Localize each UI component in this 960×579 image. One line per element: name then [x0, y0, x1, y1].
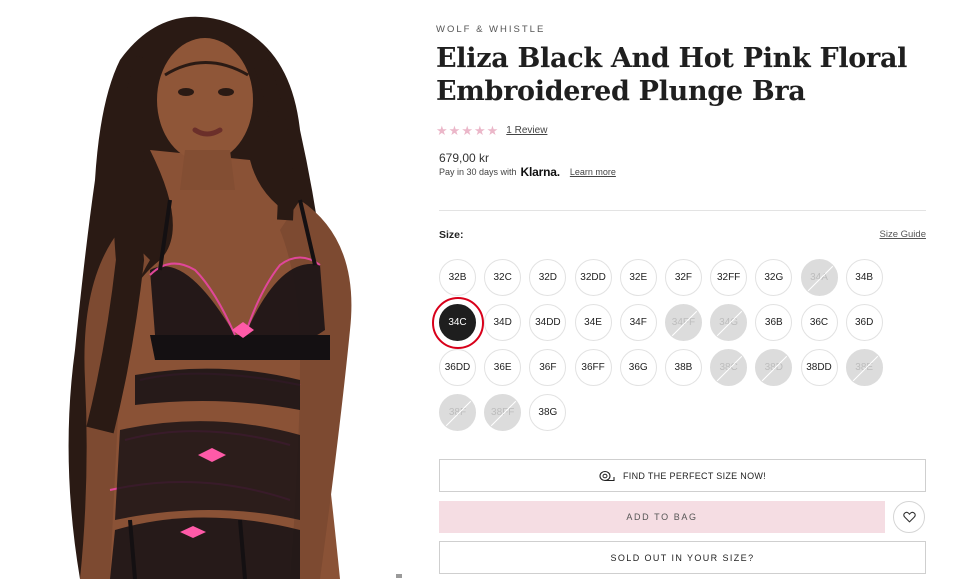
star-icon: ★: [461, 123, 473, 138]
klarna-logo: Klarna.: [520, 165, 560, 179]
product-price: 679,00 kr: [439, 151, 490, 165]
size-option-34g[interactable]: 34G: [710, 304, 748, 341]
sold-out-in-your-size-button[interactable]: SOLD OUT IN YOUR SIZE?: [439, 541, 926, 574]
size-option-32ff[interactable]: 32FF: [710, 259, 748, 296]
size-option-38d[interactable]: 38D: [755, 349, 793, 386]
klarna-text: Pay in 30 days with: [439, 167, 517, 177]
star-icon: ★: [448, 123, 461, 138]
size-guide-link[interactable]: Size Guide: [880, 229, 926, 240]
size-option-34c[interactable]: 34C: [432, 297, 484, 349]
size-option-32c[interactable]: 32C: [484, 259, 522, 296]
size-option-32d[interactable]: 32D: [529, 259, 567, 296]
size-option-38ff[interactable]: 38FF: [484, 394, 522, 431]
size-option-34d[interactable]: 34D: [484, 304, 522, 341]
size-option-36d[interactable]: 36D: [845, 304, 883, 341]
size-options: 32B 32C 32D 32DD 32E 32F 32FF 32G 34A 34B 34C 34D 34…: [432, 259, 929, 431]
size-option-36c[interactable]: 36C: [800, 304, 838, 341]
size-option-36b[interactable]: 36B: [755, 304, 793, 341]
size-option-32e[interactable]: 32E: [619, 259, 657, 296]
size-option-36g[interactable]: 36G: [619, 349, 657, 386]
size-option-38g[interactable]: 38G: [529, 394, 567, 431]
size-option-34e[interactable]: 34E: [574, 304, 612, 341]
size-option-38e[interactable]: 38E: [845, 349, 883, 386]
size-option-36f[interactable]: 36F: [529, 349, 567, 386]
product-info-panel: WOLF & WHISTLE Eliza Black And Hot Pink …: [432, 0, 929, 579]
model-photo: [0, 0, 410, 579]
product-title: Eliza Black And Hot Pink Floral Embroide…: [436, 43, 908, 107]
selection-highlight-ring: [432, 297, 484, 349]
find-size-label: FIND THE PERFECT SIZE NOW!: [623, 470, 766, 481]
brand-name[interactable]: WOLF & WHISTLE: [436, 24, 545, 35]
size-option-34f[interactable]: 34F: [619, 304, 657, 341]
review-link[interactable]: 1 Review: [506, 125, 547, 136]
add-to-bag-button[interactable]: ADD TO BAG: [439, 501, 885, 533]
size-label: Size:: [439, 229, 464, 241]
size-option-32f[interactable]: 32F: [664, 259, 702, 296]
star-icon: ★: [473, 123, 486, 138]
size-option-36ff[interactable]: 36FF: [574, 349, 612, 386]
size-option-38c[interactable]: 38C: [710, 349, 748, 386]
size-option-34dd[interactable]: 34DD: [529, 304, 567, 341]
learn-more-link[interactable]: Learn more: [570, 167, 616, 177]
size-option-36dd[interactable]: 36DD: [439, 349, 476, 386]
tape-measure-icon: [599, 470, 615, 481]
wishlist-button[interactable]: [893, 501, 925, 533]
size-option-38dd[interactable]: 38DD: [800, 349, 838, 386]
size-option-34a[interactable]: 34A: [800, 259, 838, 296]
heart-icon: [902, 511, 916, 523]
size-option-38b[interactable]: 38B: [664, 349, 702, 386]
klarna-row: Pay in 30 days with Klarna. Learn more: [439, 165, 616, 179]
find-perfect-size-button[interactable]: FIND THE PERFECT SIZE NOW!: [439, 459, 926, 492]
size-option-32b[interactable]: 32B: [439, 259, 476, 296]
divider: [439, 210, 926, 211]
image-scroll-indicator: [396, 574, 402, 578]
size-option-34ff[interactable]: 34FF: [664, 304, 702, 341]
size-option-32g[interactable]: 32G: [755, 259, 793, 296]
star-icon: ★: [486, 123, 499, 138]
size-option-32dd[interactable]: 32DD: [574, 259, 612, 296]
size-option-34b[interactable]: 34B: [845, 259, 883, 296]
product-image[interactable]: [0, 0, 410, 579]
size-option-38f[interactable]: 38F: [439, 394, 476, 431]
rating-row: ★ ★ ★ ★ ★ 1 Review: [436, 124, 547, 137]
star-icon: ★: [436, 123, 448, 138]
rating-stars[interactable]: ★ ★ ★ ★ ★: [436, 124, 498, 137]
size-option-36e[interactable]: 36E: [484, 349, 522, 386]
